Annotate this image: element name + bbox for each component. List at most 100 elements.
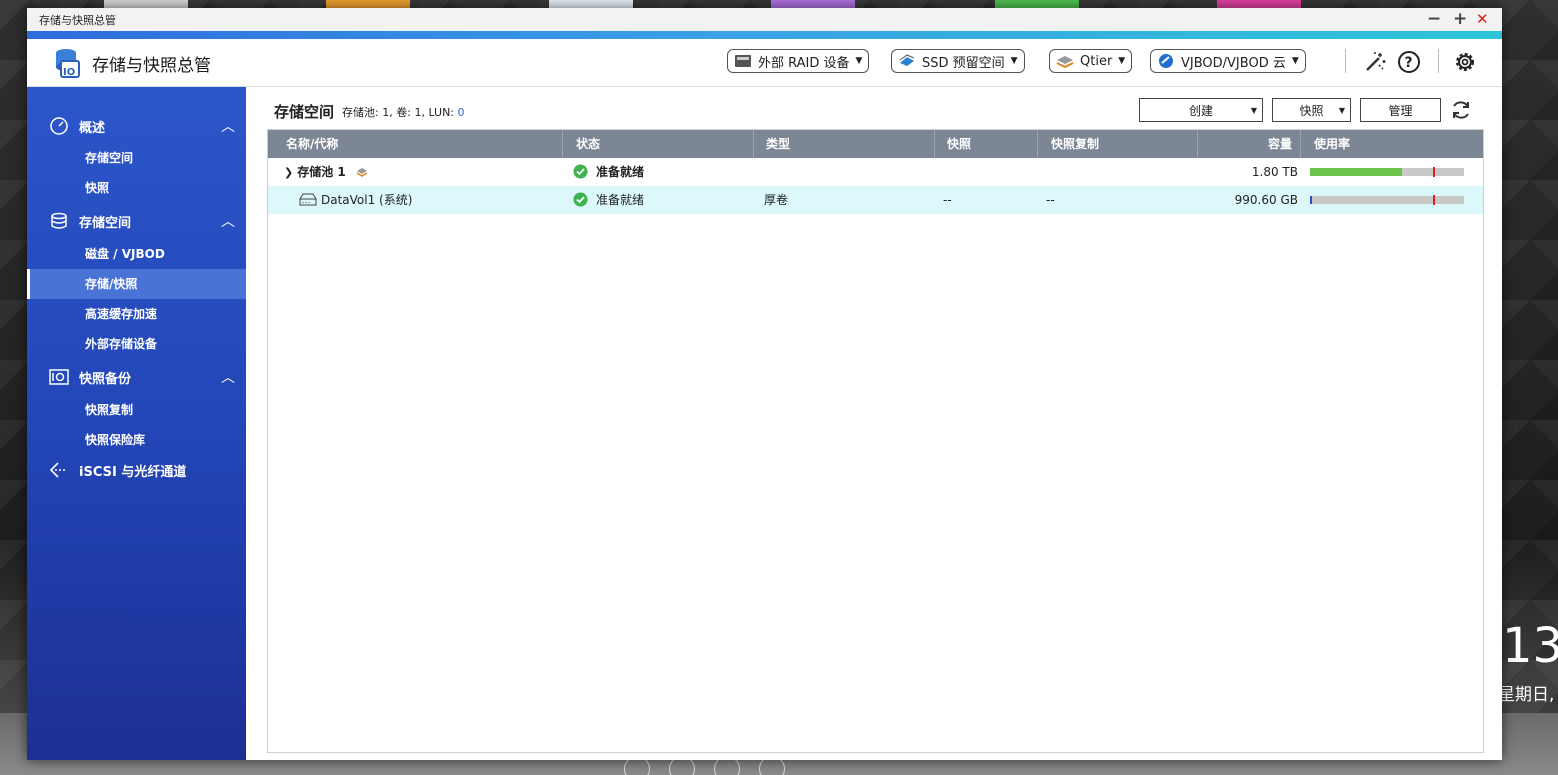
sidebar-item-snapshot-vault[interactable]: 快照保险库 — [27, 425, 246, 455]
window-minimize-button[interactable]: − — [1427, 9, 1441, 29]
column-header-label: 状态 — [576, 137, 601, 151]
refresh-icon[interactable] — [1449, 98, 1473, 122]
volume-threshold-marker — [1433, 195, 1436, 205]
sidebar-group-label: 存储空间 — [79, 215, 132, 231]
qtier-button[interactable]: Qtier ▼ — [1049, 49, 1133, 73]
volume-type-cell: 厚卷 — [764, 186, 788, 214]
manage-label: 管理 — [1388, 103, 1413, 118]
snapshot-label: 快照 — [1299, 103, 1324, 118]
page-title: 存储空间 — [274, 103, 335, 121]
header-separator — [1438, 49, 1439, 73]
sidebar-group-label: iSCSI 与光纤通道 — [79, 464, 187, 480]
external-raid-button[interactable]: 外部 RAID 设备 ▼ — [727, 49, 870, 73]
svg-text:?: ? — [1405, 55, 1413, 71]
pool-capacity-cell: 1.80 TB — [1198, 158, 1298, 186]
snapshot-backup-icon — [49, 369, 69, 385]
sidebar-item-storage-snapshots[interactable]: 存储/快照 — [27, 269, 246, 299]
pool-threshold-marker — [1433, 167, 1436, 177]
chevron-down-icon[interactable]: ❯ — [284, 166, 293, 179]
dashboard-icon — [50, 117, 68, 135]
window-maximize-button[interactable]: + — [1453, 9, 1467, 29]
pool-usage-fill — [1310, 168, 1403, 176]
sidebar-item-snapshot-replica[interactable]: 快照复制 — [27, 395, 246, 425]
snapshot-dropdown[interactable]: 快照 ▼ — [1272, 98, 1351, 122]
pool-status: 准备就绪 — [596, 165, 645, 179]
column-header-type[interactable]: 类型 — [754, 130, 935, 158]
storage-pool-icon — [356, 168, 368, 177]
pool-status-cell: 准备就绪 — [573, 158, 644, 186]
help-icon[interactable]: ? — [1396, 49, 1422, 75]
lun-count-label: LUN: — [428, 106, 455, 119]
pool-name-cell: ❯ 存储池 1 — [284, 158, 368, 186]
sidebar-group-label: 快照备份 — [79, 371, 132, 387]
desktop-date: 星期日, — [1498, 685, 1555, 705]
external-raid-label: 外部 RAID 设备 — [758, 55, 850, 71]
sidebar-group-storage[interactable]: 存储空间 ︿ — [27, 206, 246, 236]
volume-replication-cell: -- — [1046, 186, 1055, 214]
storage-summary: 存储池: 1, 卷: 1, LUN: 0 — [342, 106, 465, 119]
volume-snapshot-cell: -- — [943, 186, 952, 214]
pool-count: 1 — [382, 106, 390, 119]
gear-icon[interactable] — [1452, 49, 1478, 75]
volume-name: DataVol1 (系统) — [321, 193, 413, 207]
volume-usage-bar — [1310, 195, 1464, 205]
chevron-up-icon[interactable]: ︿ — [221, 116, 235, 136]
create-label: 创建 — [1188, 103, 1213, 118]
sidebar-group-overview[interactable]: 概述 ︿ — [27, 111, 246, 141]
ssd-overprovisioning-button[interactable]: SSD 预留空间 ▼ — [891, 49, 1025, 73]
sidebar-item-disks-vjbod[interactable]: 磁盘 / VJBOD — [27, 239, 246, 269]
column-header-usage[interactable]: 使用率 — [1301, 130, 1483, 158]
header-separator — [1345, 49, 1346, 73]
volume-count-label: 卷: — [396, 106, 411, 119]
raid-device-icon — [735, 55, 751, 67]
vjbod-button[interactable]: VJBOD/VJBOD 云 ▼ — [1150, 49, 1306, 73]
chevron-down-icon: ▼ — [1291, 56, 1299, 66]
chevron-up-icon[interactable]: ︿ — [221, 211, 235, 231]
sidebar-item-overview-storage[interactable]: 存储空间 — [27, 143, 246, 173]
storage-table: 名称/代称 状态 类型 快照 快照复制 容量 使用率 ❯ 存储池 1 准备就绪 1… — [267, 129, 1484, 753]
svg-text:IO: IO — [63, 67, 75, 78]
iscsi-icon — [49, 462, 67, 478]
manage-button[interactable]: 管理 — [1360, 98, 1441, 122]
column-header-label: 类型 — [766, 137, 791, 151]
chevron-down-icon: ▼ — [1338, 105, 1345, 115]
volume-snapshot: -- — [943, 193, 952, 207]
column-header-status[interactable]: 状态 — [563, 130, 754, 158]
storage-app-logo-icon: IO — [56, 49, 80, 78]
sidebar-item-overview-snapshot[interactable]: 快照 — [27, 173, 246, 203]
sidebar-item-cache-acceleration[interactable]: 高速缓存加速 — [27, 299, 246, 329]
storage-snapshot-window: 存储与快照总管 − + ✕ IO 存储与快照总管 外部 RAID 设备 ▼ SS… — [27, 8, 1502, 760]
magic-wand-icon[interactable] — [1362, 49, 1388, 75]
sidebar-group-snapshot-backup[interactable]: 快照备份 ︿ — [27, 362, 246, 392]
sidebar-group-iscsi[interactable]: iSCSI 与光纤通道 — [27, 455, 246, 485]
column-header-replication[interactable]: 快照复制 — [1038, 130, 1198, 158]
pool-name: 存储池 1 — [297, 165, 346, 179]
volume-type: 厚卷 — [764, 193, 789, 207]
window-titlebar[interactable]: 存储与快照总管 − + ✕ — [27, 8, 1502, 31]
qtier-icon — [1056, 56, 1074, 68]
volume-status-cell: 准备就绪 — [573, 186, 644, 214]
desktop-clock: 13 — [1502, 618, 1558, 674]
chevron-down-icon: ▼ — [1250, 105, 1257, 115]
window-close-button[interactable]: ✕ — [1476, 9, 1489, 29]
volume-usage-fill — [1310, 196, 1312, 204]
table-row-storage-pool[interactable]: ❯ 存储池 1 准备就绪 1.80 TB — [268, 158, 1483, 186]
column-header-capacity[interactable]: 容量 — [1198, 130, 1301, 158]
table-row-volume[interactable]: DataVol1 (系统) 准备就绪 厚卷 -- -- 990.60 GB — [268, 186, 1483, 214]
database-icon — [51, 212, 67, 229]
sidebar-group-label: 概述 — [79, 120, 106, 136]
column-header-name[interactable]: 名称/代称 — [268, 130, 563, 158]
qtier-label: Qtier — [1080, 53, 1113, 69]
sidebar-nav: 概述 ︿ 存储空间 快照 存储空间 ︿ 磁盘 / VJBOD 存储/快照 高速缓… — [27, 87, 246, 760]
create-dropdown[interactable]: 创建 ▼ — [1139, 98, 1263, 122]
sidebar-item-external-storage[interactable]: 外部存储设备 — [27, 329, 246, 359]
table-header: 名称/代称 状态 类型 快照 快照复制 容量 使用率 — [268, 130, 1483, 158]
column-header-label: 快照 — [947, 137, 972, 151]
column-header-label: 名称/代称 — [286, 137, 339, 151]
main-content: 存储空间 存储池: 1, 卷: 1, LUN: 0 创建 ▼ 快照 ▼ 管理 名… — [246, 87, 1502, 760]
pool-count-label: 存储池: — [342, 106, 379, 119]
chevron-up-icon[interactable]: ︿ — [221, 367, 235, 387]
column-header-snapshot[interactable]: 快照 — [935, 130, 1038, 158]
lun-count: 0 — [457, 106, 465, 119]
ssd-icon — [899, 54, 915, 66]
